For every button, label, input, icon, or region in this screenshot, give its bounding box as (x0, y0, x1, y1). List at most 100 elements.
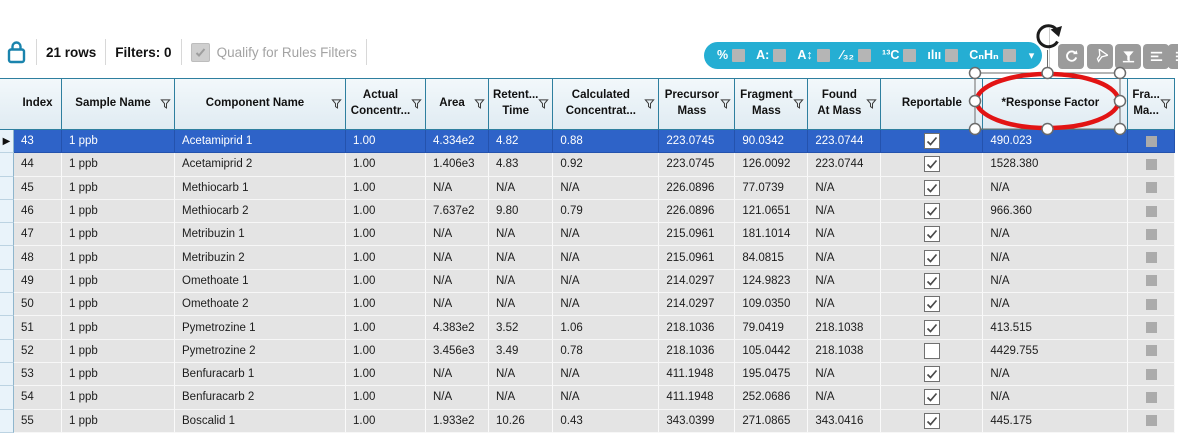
cell-area[interactable]: N/A (426, 386, 489, 410)
cell-reportable[interactable] (881, 153, 984, 177)
cell-reportable[interactable] (881, 409, 984, 433)
cell-calc[interactable]: N/A (553, 223, 660, 247)
cell-area[interactable]: 1.933e2 (426, 409, 489, 433)
cell-reportable[interactable] (881, 199, 984, 224)
cell-index[interactable]: 44 (14, 153, 62, 177)
cell-precursor[interactable]: 223.0745 (659, 130, 736, 154)
cell-sample[interactable]: 1 ppb (62, 386, 175, 410)
cell-response[interactable]: 490.023 (983, 130, 1129, 154)
cell-found[interactable]: N/A (808, 269, 882, 294)
mass-accuracy-mda-icon[interactable]: A↕ (797, 49, 830, 62)
cell-precursor[interactable]: 218.1036 (659, 339, 736, 363)
cell-component[interactable]: Methiocarb 2 (175, 199, 346, 224)
cell-found[interactable]: N/A (808, 362, 882, 387)
percent-tolerance-icon[interactable]: % (717, 49, 746, 62)
cell-frag_match[interactable] (1128, 269, 1175, 294)
column-header-sample[interactable]: Sample Name (62, 78, 175, 130)
cell-sample[interactable]: 1 ppb (62, 362, 175, 387)
cell-fragment[interactable]: 195.0475 (735, 362, 809, 387)
cell-index[interactable]: 50 (14, 293, 62, 317)
filter-funnel-button[interactable] (1087, 44, 1113, 69)
cell-frag_match[interactable] (1128, 176, 1175, 200)
cell-area[interactable]: N/A (426, 269, 489, 294)
cell-rt[interactable]: 3.49 (489, 339, 554, 363)
reportable-checkbox[interactable] (923, 389, 940, 406)
table-row[interactable]: 47 1 ppb Metribuzin 1 1.00 N/A N/A N/A 215.0961… (0, 223, 1175, 247)
cell-actual[interactable]: 1.00 (346, 246, 426, 270)
cell-frag_match[interactable] (1128, 153, 1175, 177)
cell-response[interactable]: N/A (983, 223, 1129, 247)
table-row[interactable]: 50 1 ppb Omethoate 2 1.00 N/A N/A N/A 214.0297 1… (0, 293, 1175, 317)
column-header-frag_match[interactable]: Fra... Ma... (1128, 78, 1175, 130)
cell-actual[interactable]: 1.00 (346, 386, 426, 410)
cell-component[interactable]: Benfuracarb 2 (175, 386, 346, 410)
cell-area[interactable]: 3.456e3 (426, 339, 489, 363)
cell-frag_match[interactable] (1128, 246, 1175, 270)
cell-frag_match[interactable] (1128, 199, 1175, 224)
cell-area[interactable]: N/A (426, 293, 489, 317)
cell-response[interactable]: 966.360 (983, 199, 1129, 224)
cell-fragment[interactable]: 121.0651 (735, 199, 809, 224)
cell-reportable[interactable] (881, 362, 984, 387)
cell-actual[interactable]: 1.00 (346, 153, 426, 177)
cell-response[interactable]: N/A (983, 386, 1129, 410)
cell-calc[interactable]: N/A (553, 176, 660, 200)
filter-icon[interactable] (644, 99, 656, 110)
elemental-composition-icon[interactable]: CₙHₙ (969, 49, 1016, 62)
column-header-reportable[interactable]: Reportable (881, 78, 984, 130)
reportable-checkbox[interactable] (923, 296, 940, 313)
cell-index[interactable]: 54 (14, 386, 62, 410)
cell-actual[interactable]: 1.00 (346, 269, 426, 294)
cell-frag_match[interactable] (1128, 386, 1175, 410)
cell-fragment[interactable]: 126.0092 (735, 153, 809, 177)
cell-reportable[interactable] (881, 176, 984, 200)
cell-area[interactable]: 1.406e3 (426, 153, 489, 177)
cell-rt[interactable]: N/A (489, 293, 554, 317)
cell-fragment[interactable]: 84.0815 (735, 246, 809, 270)
cell-component[interactable]: Boscalid 1 (175, 409, 346, 433)
cell-sample[interactable]: 1 ppb (62, 246, 175, 270)
cell-area[interactable]: N/A (426, 362, 489, 387)
cell-calc[interactable]: N/A (553, 386, 660, 410)
cell-index[interactable]: 55 (14, 409, 62, 433)
cell-precursor[interactable]: 218.1036 (659, 316, 736, 340)
cell-index[interactable]: 52 (14, 339, 62, 363)
cell-rt[interactable]: 3.52 (489, 316, 554, 340)
lock-icon[interactable] (6, 39, 27, 65)
cell-precursor[interactable]: 215.0961 (659, 223, 736, 247)
table-row[interactable]: 52 1 ppb Pymetrozine 2 1.00 3.456e3 3.49 0.78 2… (0, 339, 1175, 363)
reportable-checkbox[interactable] (923, 156, 940, 173)
row-selector[interactable] (0, 316, 14, 340)
cell-frag_match[interactable] (1128, 362, 1175, 387)
mass-accuracy-ppm-icon[interactable]: A: (756, 49, 787, 62)
row-selector[interactable] (0, 223, 14, 247)
cell-response[interactable]: 4429.755 (983, 339, 1129, 363)
row-selector[interactable] (0, 339, 14, 363)
reportable-checkbox[interactable] (923, 203, 940, 220)
filter-icon[interactable] (866, 99, 878, 110)
cell-frag_match[interactable] (1128, 316, 1175, 340)
cell-fragment[interactable]: 252.0686 (735, 386, 809, 410)
cell-index[interactable]: 45 (14, 176, 62, 200)
table-row[interactable]: 45 1 ppb Methiocarb 1 1.00 N/A N/A N/A 226.0896… (0, 176, 1175, 200)
filter-icon[interactable] (538, 99, 550, 110)
cell-actual[interactable]: 1.00 (346, 409, 426, 433)
reportable-checkbox[interactable] (923, 366, 940, 383)
cell-response[interactable]: N/A (983, 362, 1129, 387)
row-selector[interactable] (0, 386, 14, 410)
cell-precursor[interactable]: 343.0399 (659, 409, 736, 433)
refresh-button[interactable] (1058, 44, 1084, 69)
cell-actual[interactable]: 1.00 (346, 223, 426, 247)
cell-precursor[interactable]: 214.0297 (659, 269, 736, 294)
cell-area[interactable]: 4.334e2 (426, 130, 489, 154)
cell-calc[interactable]: 0.78 (553, 339, 660, 363)
column-header-precursor[interactable]: Precursor Mass (659, 78, 736, 130)
filter-list-button[interactable] (1143, 44, 1169, 69)
cell-component[interactable]: Acetamiprid 2 (175, 153, 346, 177)
cell-area[interactable]: N/A (426, 223, 489, 247)
reportable-checkbox[interactable] (923, 319, 940, 336)
cell-response[interactable]: N/A (983, 176, 1129, 200)
cell-found[interactable]: 218.1038 (808, 339, 882, 363)
cell-sample[interactable]: 1 ppb (62, 339, 175, 363)
cell-fragment[interactable]: 105.0442 (735, 339, 809, 363)
